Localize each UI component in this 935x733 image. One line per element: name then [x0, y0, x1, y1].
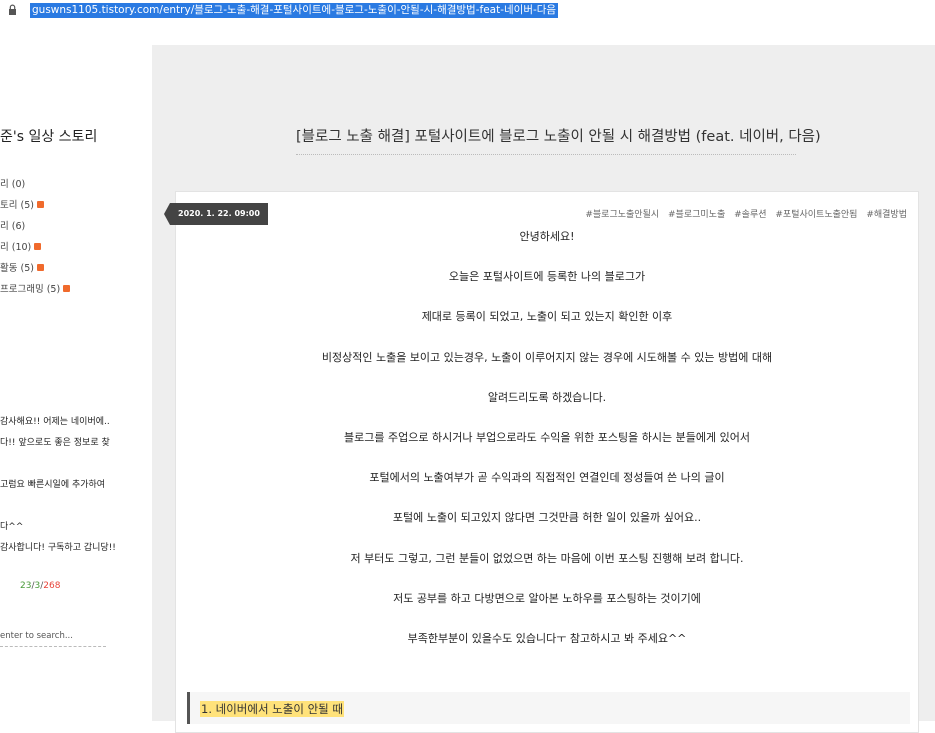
paragraph: 포털에 노출이 되고있지 않다면 그것만큼 허한 일이 있을까 싶어요.. — [392, 511, 702, 525]
sidebar: 준's 일상 스토리 리 (0) 토리 (5) 리 (6) 리 (10) 활동 … — [0, 22, 152, 721]
new-badge-icon — [34, 243, 42, 250]
post-date: 2020. 1. 22. 09:00 — [164, 203, 268, 225]
new-badge-icon — [63, 285, 71, 292]
tag-link[interactable]: #솔루션 — [734, 210, 766, 220]
category-item[interactable]: 리 (0) — [0, 174, 70, 195]
category-item[interactable]: 프로그래밍 (5) — [0, 279, 71, 300]
paragraph: 저 부터도 그렇고, 그런 분들이 없었으면 하는 마음에 이번 포스팅 진행해… — [350, 551, 744, 565]
category-item[interactable]: 리 (6) — [0, 216, 70, 237]
comment-item[interactable]: 다!! 앞으로도 좋은 정보로 찾 — [0, 433, 116, 454]
counter-total: 268 — [43, 581, 61, 591]
address-bar[interactable]: guswns1105.tistory.com/entry/블로그-노출-해결-포… — [0, 0, 935, 22]
search-box — [0, 623, 106, 647]
counter-today: 23 — [20, 581, 32, 591]
paragraph: 안녕하세요! — [519, 230, 575, 243]
tag-link[interactable]: #포털사이트노출안됨 — [775, 210, 857, 220]
paragraph: 비정상적인 노출을 보이고 있는경우, 노출이 이루어지지 않는 경우에 시도해… — [321, 350, 773, 364]
section-heading-box: 1. 네이버에서 노출이 안될 때 — [187, 692, 910, 724]
tag-link[interactable]: #해결방법 — [866, 210, 907, 220]
comment-item[interactable] — [0, 496, 116, 517]
search-input[interactable] — [0, 631, 104, 641]
post-title: [블로그 노출 해결] 포털사이트에 블로그 노출이 안될 시 해결방법 (fe… — [296, 125, 821, 155]
lock-icon — [9, 4, 16, 15]
new-badge-icon — [36, 264, 44, 271]
comment-item[interactable]: 감사합니다! 구독하고 갑니당!! — [0, 538, 116, 559]
paragraph: 오늘은 포털사이트에 등록한 나의 블로그가 — [448, 270, 646, 284]
comment-item[interactable]: 감사해요!! 어제는 네이버에.. — [0, 412, 116, 433]
post-card: 2020. 1. 22. 09:00 #블로그노출안될시 #블로그미노출 #솔루… — [164, 191, 919, 733]
category-label: 리 (6) — [0, 221, 26, 232]
comment-item[interactable] — [0, 454, 116, 475]
url-text[interactable]: guswns1105.tistory.com/entry/블로그-노출-해결-포… — [30, 3, 559, 18]
paragraph: 포털에서의 노출여부가 곧 수익과의 직접적인 연결인데 정성들여 쓴 나의 글… — [369, 471, 725, 485]
paragraph: 알려드리도록 하겠습니다. — [487, 390, 607, 404]
category-item[interactable]: 리 (10) — [0, 237, 70, 258]
category-label: 리 (10) — [0, 242, 32, 253]
section-heading: 1. 네이버에서 노출이 안될 때 — [200, 701, 344, 717]
category-label: 활동 (5) — [0, 263, 34, 274]
paragraph: 부족한부분이 있을수도 있습니다ㅜ 참고하시고 봐 주세요^^ — [407, 631, 687, 645]
tag-link[interactable]: #블로그미노출 — [668, 210, 725, 220]
paragraph: 제대로 등록이 되었고, 노출이 되고 있는지 확인한 이후 — [421, 310, 673, 324]
blog-title[interactable]: 준's 일상 스토리 — [0, 126, 97, 146]
paragraph: 블로그를 주업으로 하시거나 부업으로라도 수익을 위한 포스팅을 하시는 분들… — [344, 430, 750, 444]
tag-list: #블로그노출안될시 #블로그미노출 #솔루션 #포털사이트노출안됨 #해결방법 — [579, 207, 907, 220]
tag-link[interactable]: #블로그노출안될시 — [585, 210, 659, 220]
category-item[interactable]: 토리 (5) — [0, 195, 70, 216]
category-label: 토리 (5) — [0, 200, 34, 211]
main-content: [블로그 노출 해결] 포털사이트에 블로그 노출이 안될 시 해결방법 (fe… — [152, 45, 935, 733]
visitor-counter: 23/3/268 — [20, 581, 60, 591]
category-label: 프로그래밍 (5) — [0, 284, 61, 295]
category-item[interactable]: 활동 (5) — [0, 258, 70, 279]
recent-comments: 감사해요!! 어제는 네이버에.. 다!! 앞으로도 좋은 정보로 찾 고럼요 … — [0, 412, 116, 559]
paragraph: 저도 공부를 하고 다방면으로 알아본 노하우를 포스팅하는 것이기에 — [393, 591, 701, 605]
comment-item[interactable]: 고럼요 빠른시일에 추가하여 — [0, 475, 116, 496]
comment-item[interactable]: 다^^ — [0, 517, 116, 538]
post-body: 안녕하세요! 오늘은 포털사이트에 등록한 나의 블로그가 제대로 등록이 되었… — [176, 228, 918, 670]
category-label: 리 (0) — [0, 179, 26, 190]
category-list: 리 (0) 토리 (5) 리 (6) 리 (10) 활동 (5) 프로그래밍 (… — [0, 174, 71, 300]
new-badge-icon — [36, 201, 44, 208]
